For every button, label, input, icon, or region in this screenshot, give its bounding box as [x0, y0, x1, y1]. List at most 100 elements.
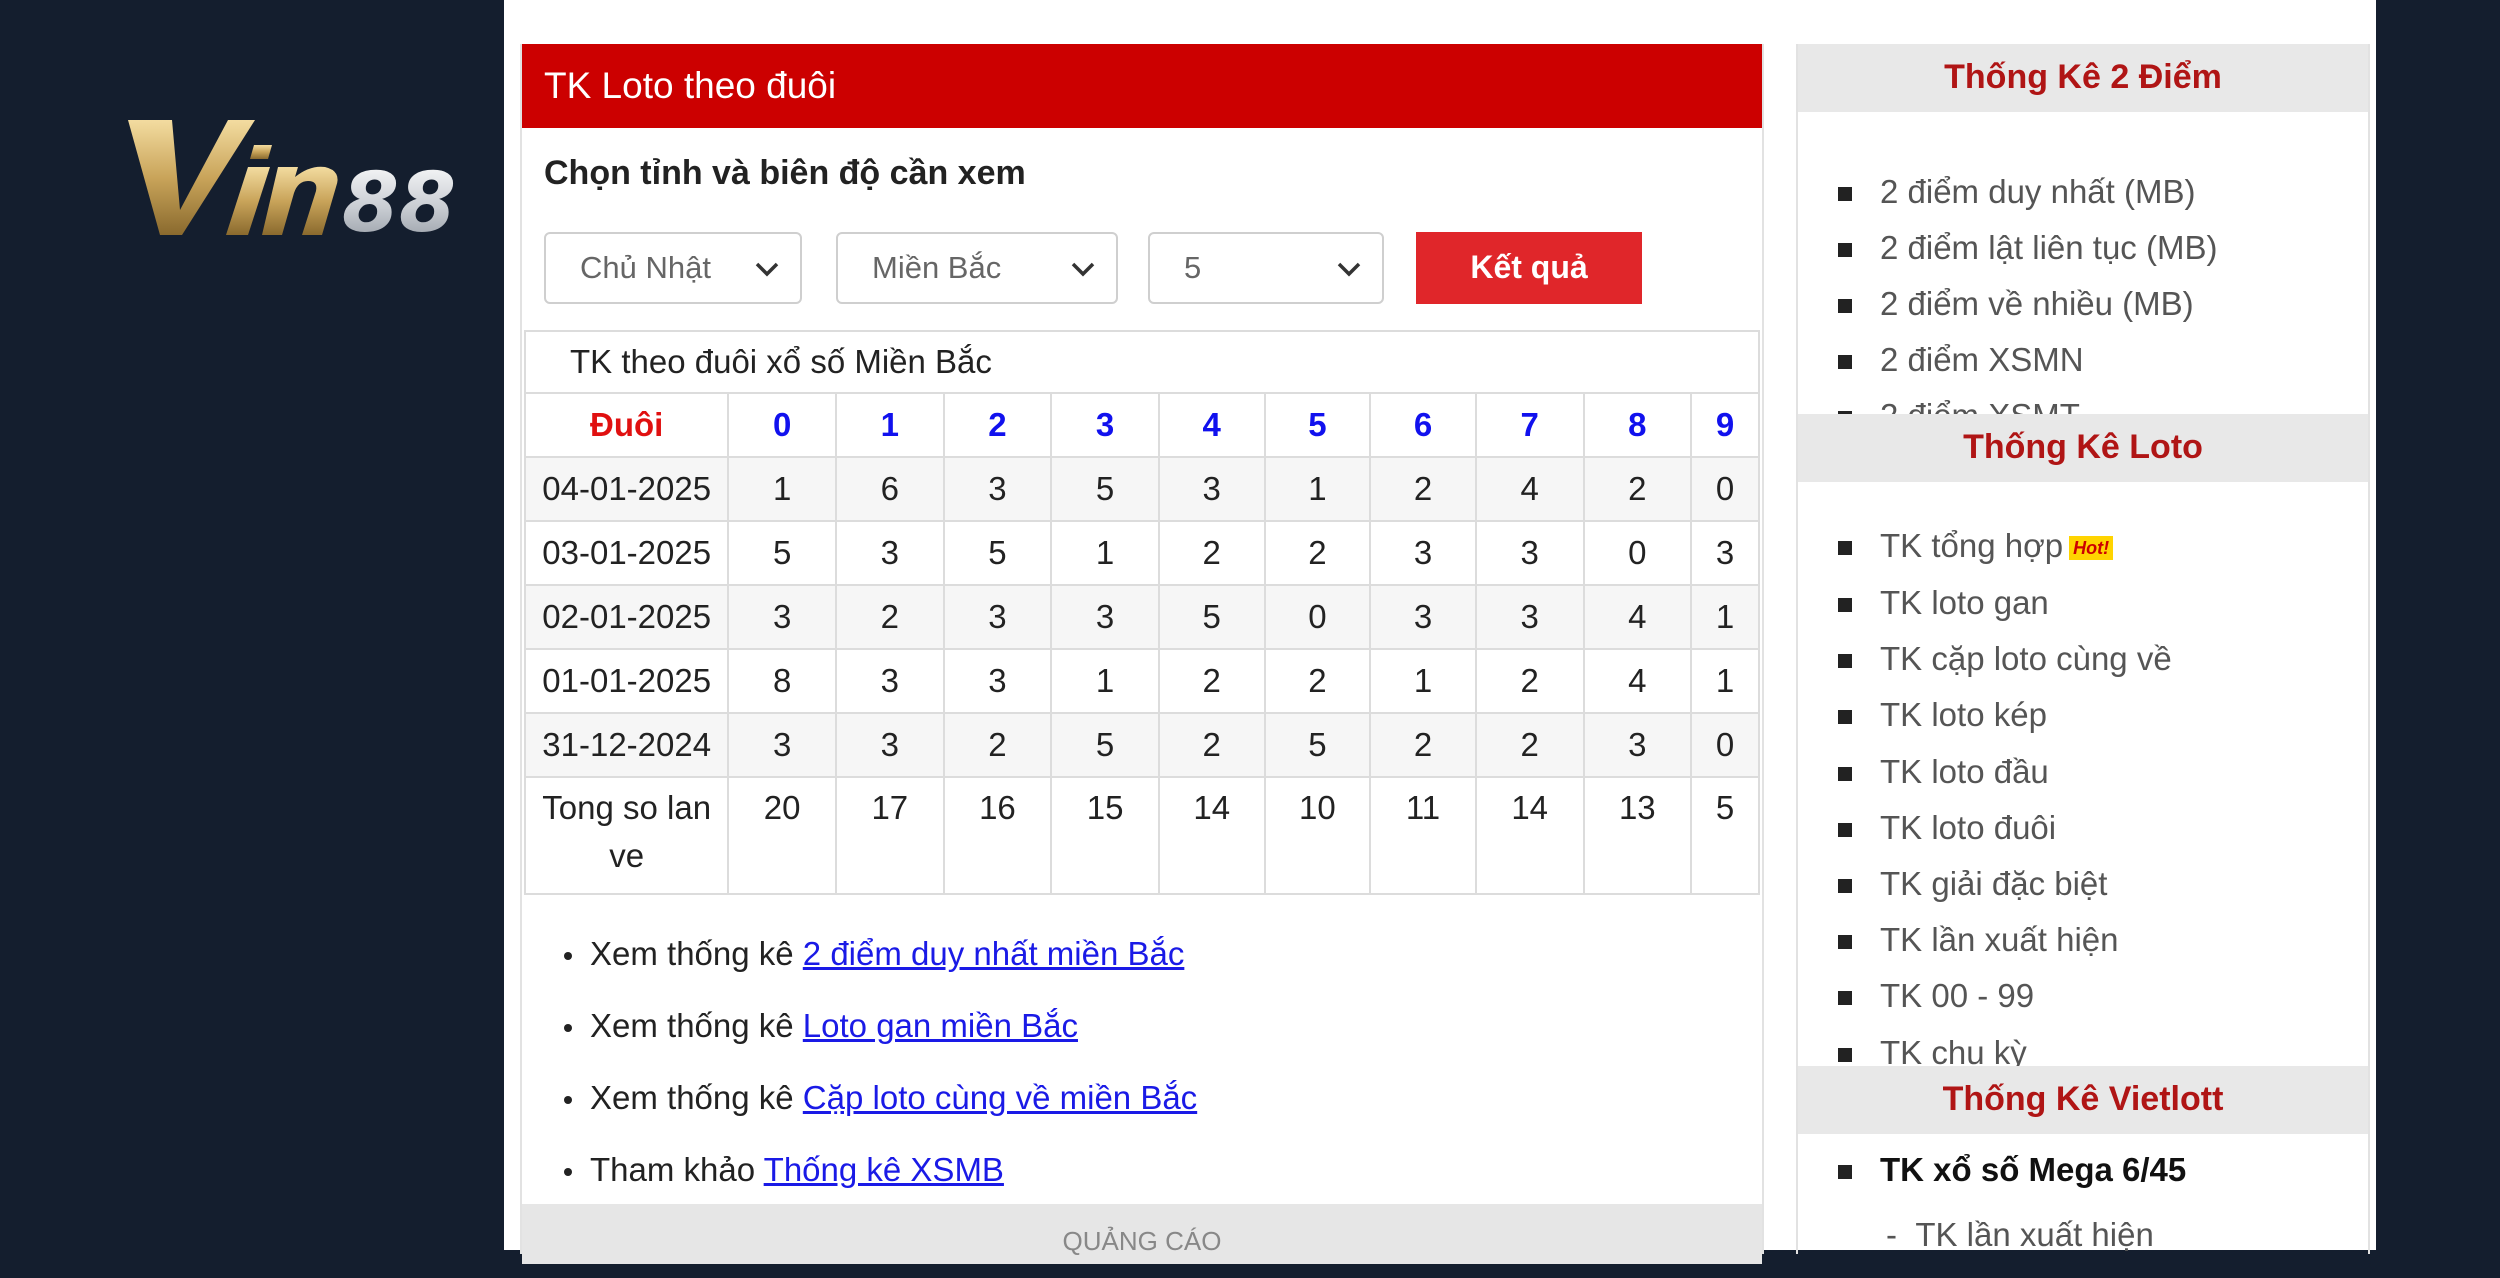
count-cell: 0 — [1582, 520, 1693, 586]
choose-label: Chọn tỉnh và biên độ cần xem — [544, 154, 1026, 192]
count-cell: 3 — [942, 648, 1053, 714]
table-caption: TK theo đuôi xổ số Miền Bắc — [524, 330, 1760, 394]
date-cell: 02-01-2025 — [523, 584, 730, 650]
link-prefix: Tham khảo — [590, 1151, 764, 1188]
count-cell: 3 — [727, 712, 837, 778]
sidebar-item[interactable]: 2 điểm về nhiều (MB) — [1838, 276, 2194, 332]
total-cell: 14 — [1474, 776, 1585, 895]
sidebar-item[interactable]: 2 điểm lật liên tục (MB) — [1838, 220, 2217, 276]
date-cell: 03-01-2025 — [523, 520, 730, 586]
chevron-down-icon — [1071, 262, 1095, 277]
count-cell: 2 — [1582, 456, 1693, 522]
vin88-logo: 88 — [128, 120, 456, 240]
count-cell: 2 — [1157, 712, 1266, 778]
link-2-diem-mb[interactable]: 2 điểm duy nhất miền Bắc — [803, 935, 1185, 972]
list-item: Xem thống kê Cặp loto cùng về miền Bắc — [550, 1070, 1197, 1142]
count-cell: 3 — [1369, 584, 1477, 650]
header-cell: 7 — [1474, 392, 1585, 458]
count-cell: 2 — [1263, 648, 1372, 714]
svg-text:88: 88 — [342, 156, 456, 240]
date-cell: 04-01-2025 — [523, 456, 730, 522]
sidebar-item[interactable]: TK lần xuất hiện — [1838, 912, 2118, 968]
count-cell: 3 — [942, 584, 1053, 650]
sidebar-item[interactable]: TK 00 - 99 — [1838, 968, 2034, 1024]
range-select-value: 5 — [1184, 250, 1202, 285]
count-cell: 3 — [1582, 712, 1693, 778]
sidebar-section-title: Thống Kê Vietlott — [1798, 1066, 2368, 1134]
sidebar-item[interactable]: TK giải đặc biệt — [1838, 856, 2107, 912]
count-cell: 5 — [942, 520, 1053, 586]
total-row: Tong so lan ve 20 17 16 15 14 10 11 14 1… — [523, 776, 1760, 895]
list-item: Xem thống kê 2 điểm duy nhất miền Bắc — [550, 926, 1197, 998]
day-select-value: Chủ Nhật — [580, 250, 711, 285]
total-cell: 15 — [1050, 776, 1160, 895]
count-cell: 2 — [834, 584, 945, 650]
total-cell: 14 — [1157, 776, 1266, 895]
region-select-value: Miền Bắc — [872, 250, 1002, 285]
day-select[interactable]: Chủ Nhật — [544, 232, 802, 304]
sidebar-section-title: Thống Kê 2 Điểm — [1798, 44, 2368, 112]
count-cell: 3 — [1369, 520, 1477, 586]
count-cell: 1 — [1050, 648, 1160, 714]
header-cell: 5 — [1263, 392, 1372, 458]
count-cell: 1 — [1690, 584, 1760, 650]
count-cell: 2 — [1474, 712, 1585, 778]
count-cell: 3 — [942, 456, 1053, 522]
count-cell: 3 — [834, 712, 945, 778]
count-cell: 3 — [1690, 520, 1760, 586]
chevron-down-icon — [755, 262, 779, 277]
header-cell: 2 — [942, 392, 1053, 458]
hot-badge: Hot! — [2069, 536, 2114, 561]
page-container: TK Loto theo đuôi Chọn tỉnh và biên độ c… — [504, 0, 2376, 1264]
total-label: Tong so lan ve — [523, 776, 730, 895]
count-cell: 5 — [1157, 584, 1266, 650]
sidebar-subitem[interactable]: - TK lần xuất hiện — [1886, 1216, 2154, 1254]
sidebar-item[interactable]: 2 điểm XSMN — [1838, 332, 2084, 388]
total-cell: 10 — [1263, 776, 1372, 895]
total-cell: 17 — [834, 776, 945, 895]
sidebar-item[interactable]: TK cặp loto cùng về — [1838, 631, 2172, 687]
panel-title: TK Loto theo đuôi — [522, 44, 1762, 128]
result-button[interactable]: Kết quả — [1416, 232, 1642, 304]
count-cell: 0 — [1690, 456, 1760, 522]
count-cell: 2 — [1474, 648, 1585, 714]
count-cell: 2 — [1263, 520, 1372, 586]
header-cell: 6 — [1369, 392, 1477, 458]
ads-banner: QUẢNG CÁO — [522, 1204, 1762, 1264]
sidebar-item[interactable]: 2 điểm duy nhất (MB) — [1838, 164, 2195, 220]
count-cell: 5 — [1050, 712, 1160, 778]
count-cell: 3 — [727, 584, 837, 650]
count-cell: 2 — [942, 712, 1053, 778]
sidebar-item[interactable]: TK tổng hợp Hot! — [1838, 518, 2114, 574]
link-prefix: Xem thống kê — [590, 1079, 803, 1116]
link-loto-gan-mb[interactable]: Loto gan miền Bắc — [803, 1007, 1078, 1044]
related-links: Xem thống kê 2 điểm duy nhất miền Bắc Xe… — [550, 926, 1197, 1214]
main-panel: TK Loto theo đuôi Chọn tỉnh và biên độ c… — [520, 44, 1764, 1264]
header-cell: 3 — [1050, 392, 1160, 458]
total-cell: 20 — [727, 776, 837, 895]
header-cell: 8 — [1582, 392, 1693, 458]
header-cell: Đuôi — [523, 392, 730, 458]
count-cell: 4 — [1582, 584, 1693, 650]
stats-table: TK theo đuôi xổ số Miền Bắc Đuôi 0 1 2 3… — [523, 330, 1760, 895]
sidebar-item[interactable]: TK loto đuôi — [1838, 800, 2056, 856]
count-cell: 4 — [1474, 456, 1585, 522]
sidebar-item[interactable]: TK xổ số Mega 6/45 — [1838, 1142, 2186, 1198]
count-cell: 1 — [1050, 520, 1160, 586]
date-cell: 31-12-2024 — [523, 712, 730, 778]
count-cell: 1 — [1369, 648, 1477, 714]
range-select[interactable]: 5 — [1148, 232, 1384, 304]
table-row: 04-01-2025 1 6 3 5 3 1 2 4 2 0 — [523, 456, 1760, 522]
date-cell: 01-01-2025 — [523, 648, 730, 714]
link-cap-loto-mb[interactable]: Cặp loto cùng về miền Bắc — [803, 1079, 1197, 1116]
header-cell: 4 — [1157, 392, 1266, 458]
sidebar-item[interactable]: TK loto gan — [1838, 575, 2049, 631]
sidebar-item[interactable]: TK loto kép — [1838, 687, 2047, 743]
sidebar-item[interactable]: TK loto đầu — [1838, 744, 2049, 800]
link-prefix: Xem thống kê — [590, 935, 803, 972]
region-select[interactable]: Miền Bắc — [836, 232, 1118, 304]
table-row: 31-12-2024 3 3 2 5 2 5 2 2 3 0 — [523, 712, 1760, 778]
list-item: Xem thống kê Loto gan miền Bắc — [550, 998, 1197, 1070]
count-cell: 1 — [727, 456, 837, 522]
link-thong-ke-xsmb[interactable]: Thống kê XSMB — [764, 1151, 1004, 1188]
